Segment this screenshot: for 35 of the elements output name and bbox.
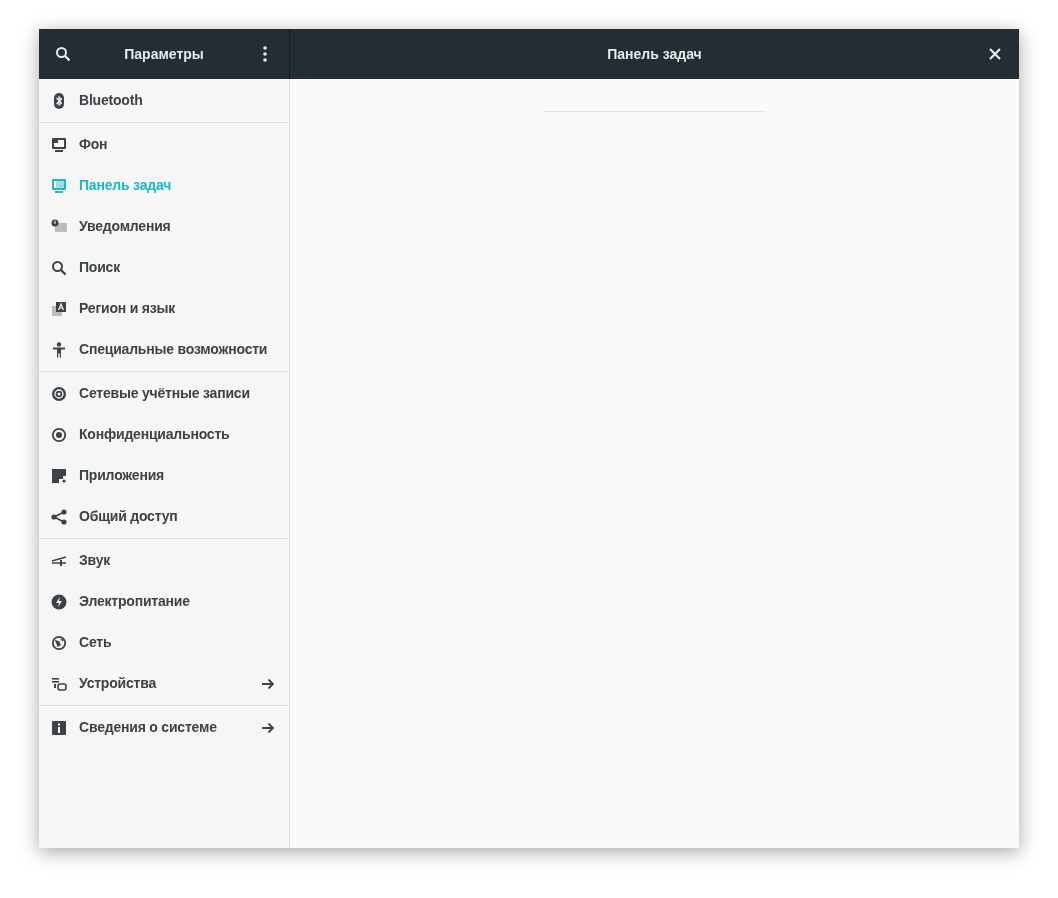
close-icon <box>989 48 1001 60</box>
monitor-icon <box>51 177 67 194</box>
sidebar-item[interactable]: Bluetooth <box>39 80 289 121</box>
sidebar-item[interactable]: Устройства <box>39 663 289 704</box>
search-icon <box>51 259 67 276</box>
sidebar-item[interactable]: Фон <box>39 124 289 165</box>
devices-icon <box>51 675 67 692</box>
notification-icon <box>51 218 67 235</box>
sidebar-item[interactable]: Специальные возможности <box>39 329 289 370</box>
sidebar-item[interactable]: Сведения о системе <box>39 707 289 748</box>
language-icon <box>51 300 67 317</box>
search-icon <box>55 46 71 62</box>
sidebar-item[interactable]: Звук <box>39 540 289 581</box>
sidebar-item[interactable]: Уведомления <box>39 206 289 247</box>
power-icon <box>51 593 67 610</box>
globe-icon <box>51 634 67 651</box>
privacy-icon <box>51 426 67 443</box>
share-icon <box>51 508 67 525</box>
sidebar-item[interactable]: Приложения <box>39 455 289 496</box>
person-icon <box>51 341 67 358</box>
menu-icon <box>263 46 267 62</box>
search-button[interactable] <box>53 44 73 64</box>
bluetooth-icon <box>51 92 67 109</box>
monitor-icon <box>51 136 67 153</box>
sidebar-item[interactable]: Поиск <box>39 247 289 288</box>
info-icon <box>51 719 67 736</box>
sidebar-item[interactable]: Сеть <box>39 622 289 663</box>
window-title: Панель задач <box>607 44 702 64</box>
sidebar-title: Параметры <box>124 44 204 64</box>
sidebar-item[interactable]: Регион и язык <box>39 288 289 329</box>
sidebar-item[interactable]: Общий доступ <box>39 496 289 537</box>
sidebar-item[interactable]: Сетевые учётные записи <box>39 373 289 414</box>
apps-icon <box>51 467 67 484</box>
sidebar-item[interactable]: Электропитание <box>39 581 289 622</box>
sidebar-item[interactable]: Конфиденциальность <box>39 414 289 455</box>
